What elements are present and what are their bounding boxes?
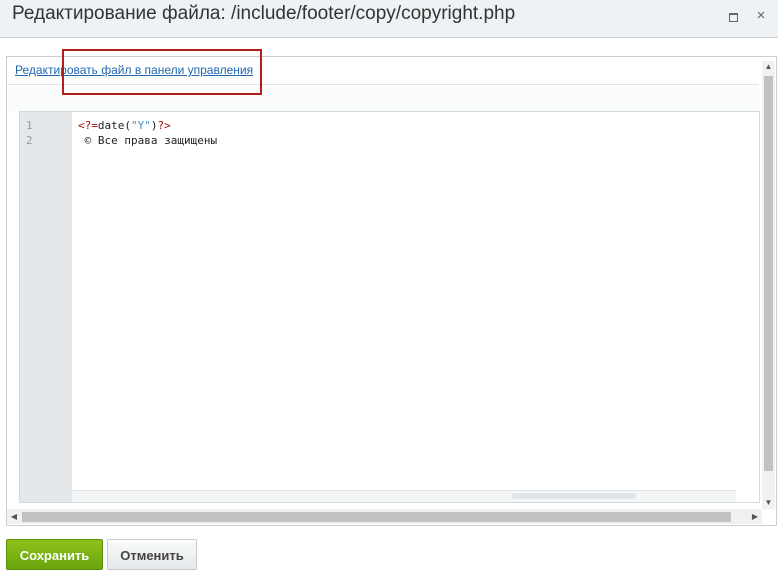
scroll-right-icon[interactable]: ▶ <box>748 509 762 524</box>
function-call: date( <box>97 119 131 132</box>
line-number: 1 <box>26 119 33 132</box>
cancel-button[interactable]: Отменить <box>107 539 197 570</box>
dialog-content: Редактировать файл в панели управления 1… <box>6 56 777 526</box>
save-button[interactable]: Сохранить <box>6 539 103 570</box>
scroll-up-icon[interactable]: ▲ <box>762 61 775 73</box>
horizontal-scroll-thumb[interactable] <box>22 512 731 522</box>
editor-scroll-thumb[interactable] <box>512 493 636 499</box>
close-icon[interactable]: × <box>754 8 768 23</box>
php-close-tag: ?> <box>157 119 171 132</box>
vertical-scrollbar[interactable]: ▲ ▼ <box>762 61 775 509</box>
maximize-icon[interactable] <box>726 9 740 23</box>
close-paren: ) <box>150 119 158 132</box>
code-text-area[interactable]: <?=date("Y")?> © Все права защищены <box>72 112 759 490</box>
scroll-down-icon[interactable]: ▼ <box>762 497 775 509</box>
editor-horizontal-scrollbar[interactable] <box>72 490 736 502</box>
highlight-annotation-box <box>62 49 262 95</box>
horizontal-scrollbar[interactable]: ◀ ▶ <box>7 509 762 524</box>
dialog-titlebar[interactable]: Редактирование файла: /include/footer/co… <box>0 0 778 38</box>
file-edit-dialog: Редактирование файла: /include/footer/co… <box>0 0 778 572</box>
string-literal: "Y" <box>131 119 151 132</box>
vertical-scroll-thumb[interactable] <box>764 76 773 471</box>
php-open-tag: <?= <box>78 119 98 132</box>
dialog-title: Редактирование файла: /include/footer/co… <box>12 3 516 24</box>
code-line-2: © Все права защищены <box>78 134 218 147</box>
line-number: 2 <box>26 134 33 147</box>
code-line-1: <?=date("Y")?> <box>78 119 171 132</box>
scroll-left-icon[interactable]: ◀ <box>7 509 21 524</box>
code-editor[interactable]: 1 2 <?=date("Y")?> © Все права защищены <box>19 111 760 503</box>
line-number-gutter: 1 2 <box>20 112 72 502</box>
